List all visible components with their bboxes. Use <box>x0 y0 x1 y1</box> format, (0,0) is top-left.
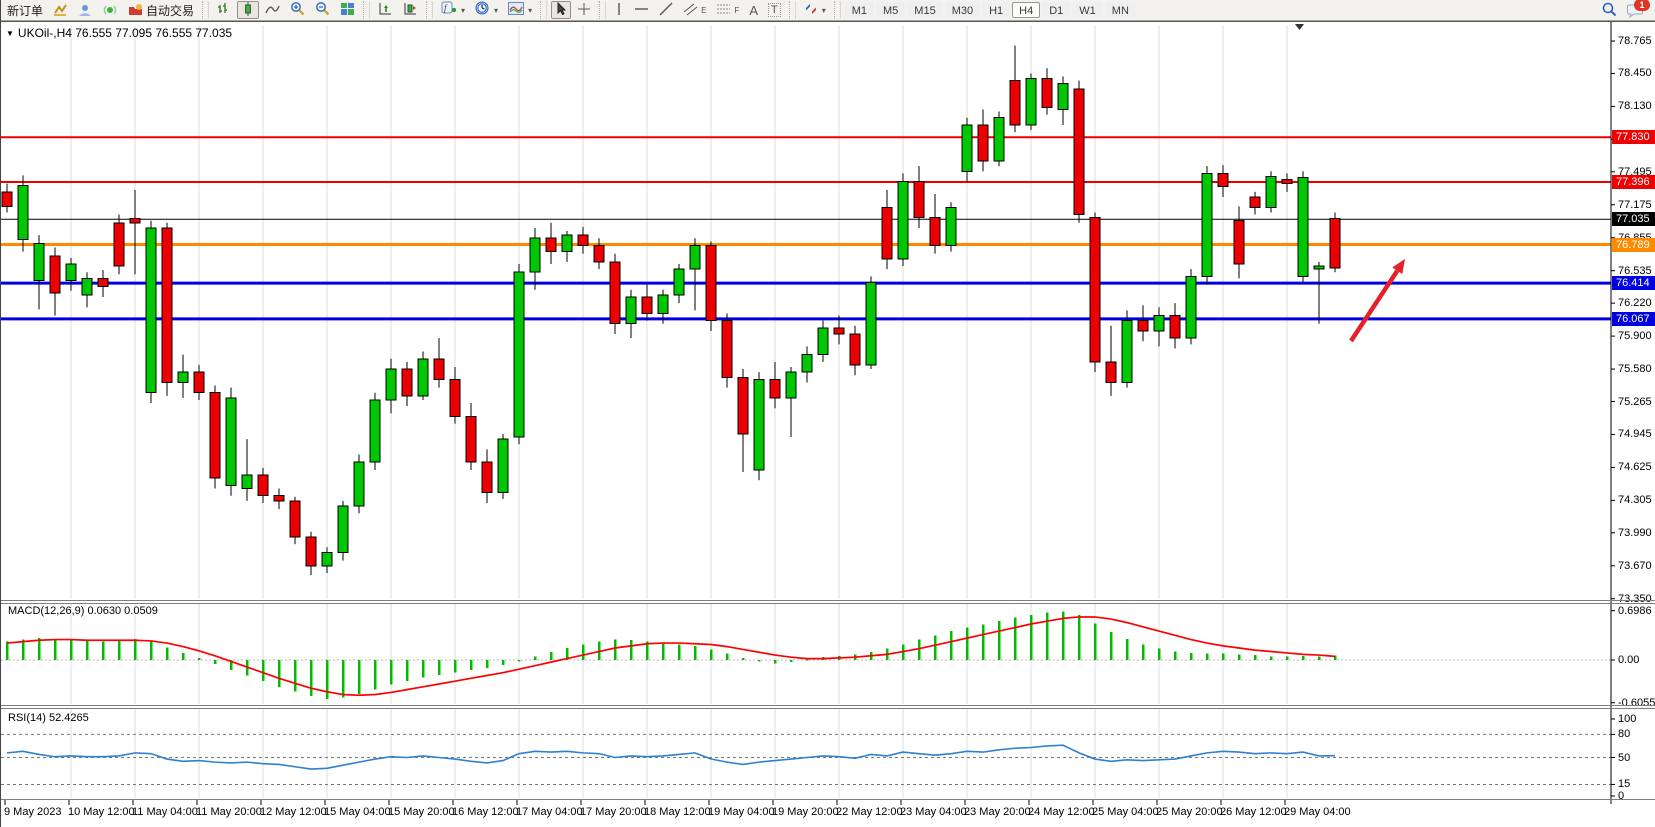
zoom-in-button[interactable] <box>286 1 309 19</box>
panel-splitter-macd-rsi[interactable] <box>1 705 1655 706</box>
channel-icon <box>683 2 698 19</box>
text-label-button[interactable]: T <box>764 1 785 19</box>
crosshair-button[interactable] <box>573 1 595 19</box>
tile-windows-icon <box>340 2 355 19</box>
autotrade-label: 自动交易 <box>146 2 194 19</box>
fibo-sub-label: F <box>734 6 739 15</box>
line-chart-icon <box>265 2 280 19</box>
chart-canvas[interactable] <box>1 22 1655 827</box>
toolbar-separator <box>363 1 370 19</box>
market-watch-icon <box>78 3 93 17</box>
chart-window: ▼UKOil-,H4 76.555 77.095 76.555 77.035 M… <box>1 21 1655 827</box>
fibonacci-icon <box>716 2 731 19</box>
timeframe-button-D1[interactable]: D1 <box>1042 2 1070 18</box>
vertical-line-button[interactable] <box>610 1 628 19</box>
text-icon: A <box>749 3 758 18</box>
trendline-button[interactable] <box>655 1 677 19</box>
crosshair-icon <box>577 2 591 19</box>
auto-scroll-icon <box>378 2 393 19</box>
bar-chart-button[interactable] <box>213 1 235 19</box>
equidistant-channel-button[interactable]: E <box>679 1 710 19</box>
timeframe-button-M1[interactable]: M1 <box>845 2 874 18</box>
tile-windows-button[interactable] <box>336 1 359 19</box>
toolbar-separator <box>834 1 841 19</box>
cursor-button[interactable] <box>551 1 571 19</box>
market-watch-button[interactable] <box>74 1 97 19</box>
chart-shift-icon <box>403 2 418 19</box>
timeframe-button-W1[interactable]: W1 <box>1072 2 1103 18</box>
toolbar-separator <box>599 1 606 19</box>
new-order-label: 新订单 <box>7 2 43 19</box>
panel-splitter-macd-rsi-2[interactable] <box>1 708 1655 709</box>
clock-icon <box>475 1 490 19</box>
templates-button[interactable]: ▾ <box>504 1 536 19</box>
chart-window-icon <box>53 3 68 17</box>
chart-shift-button[interactable] <box>399 1 422 19</box>
toolbar: 新订单 自动交易 <box>1 0 1655 21</box>
panel-splitter-main-macd[interactable] <box>1 600 1655 601</box>
channel-sub-label: E <box>701 6 706 15</box>
search-icon <box>1601 1 1617 20</box>
mt4-window: 新订单 自动交易 <box>0 0 1655 827</box>
dropdown-arrow-icon: ▾ <box>528 6 532 15</box>
candlestick-chart-button[interactable] <box>237 1 259 19</box>
autotrade-button[interactable]: 自动交易 <box>124 1 198 19</box>
arrows-icon <box>804 2 818 19</box>
chat-bubble-icon: 1 <box>1627 3 1644 18</box>
zoom-in-icon <box>290 1 305 19</box>
horizontal-line-icon <box>634 2 649 19</box>
dropdown-arrow-icon: ▾ <box>461 6 465 15</box>
dropdown-arrow-icon: ▾ <box>822 6 826 15</box>
timeframe-button-H1[interactable]: H1 <box>982 2 1010 18</box>
search-button[interactable] <box>1597 1 1621 19</box>
trendline-icon <box>659 2 673 19</box>
new-order-button[interactable]: 新订单 <box>3 1 47 19</box>
annotation-arrow <box>1351 271 1397 341</box>
toolbar-separator <box>426 1 433 19</box>
toolbar-separator <box>202 1 209 19</box>
vertical-line-icon <box>614 2 624 19</box>
add-indicator-icon: f <box>441 1 457 19</box>
zoom-out-icon <box>315 1 330 19</box>
auto-scroll-button[interactable] <box>374 1 397 19</box>
notification-badge: 1 <box>1634 0 1650 11</box>
text-label-icon: T <box>768 3 781 17</box>
timeframe-button-M15[interactable]: M15 <box>907 2 942 18</box>
cursor-icon <box>555 2 567 19</box>
axis-separator <box>1 799 1655 800</box>
bar-chart-icon <box>217 2 231 19</box>
chart-shift-marker <box>1295 24 1304 30</box>
arrows-tool-button[interactable]: ▾ <box>800 1 830 19</box>
indicators-button[interactable]: f ▾ <box>437 1 469 19</box>
line-chart-button[interactable] <box>261 1 284 19</box>
dropdown-arrow-icon: ▾ <box>494 6 498 15</box>
toolbar-separator <box>540 1 547 19</box>
timeframe-button-M30[interactable]: M30 <box>945 2 980 18</box>
charts-window-button[interactable] <box>49 1 72 19</box>
notifications-button[interactable]: 1 <box>1623 1 1648 19</box>
zoom-out-button[interactable] <box>311 1 334 19</box>
panel-splitter-main-macd-2[interactable] <box>1 603 1655 604</box>
toolbar-separator <box>789 1 796 19</box>
timeframe-group: M1M5M15M30H1H4D1W1MN <box>845 2 1136 18</box>
template-icon <box>508 2 524 18</box>
signal-icon <box>103 3 118 17</box>
timeframe-button-MN[interactable]: MN <box>1105 2 1136 18</box>
fibonacci-button[interactable]: F <box>712 1 743 19</box>
candlestick-icon <box>241 2 255 19</box>
timeframe-button-H4[interactable]: H4 <box>1012 2 1040 18</box>
autotrade-icon <box>128 3 143 17</box>
signal-button[interactable] <box>99 1 122 19</box>
text-button[interactable]: A <box>745 1 762 19</box>
timeframe-button-M5[interactable]: M5 <box>876 2 905 18</box>
periods-button[interactable]: ▾ <box>471 1 502 19</box>
horizontal-line-button[interactable] <box>630 1 653 19</box>
